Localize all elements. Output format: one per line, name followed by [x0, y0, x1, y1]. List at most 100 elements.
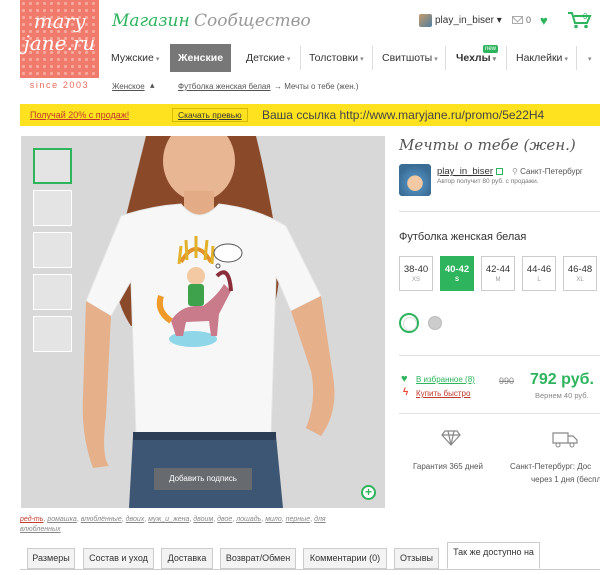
plus-icon[interactable]: +: [361, 485, 376, 500]
menu-divider: [300, 46, 301, 70]
tab-reviews[interactable]: Отзывы: [394, 548, 439, 569]
menu-divider: [445, 46, 446, 70]
promo-referral-link[interactable]: Ваша ссылка http://www.maryjane.ru/promo…: [262, 108, 544, 122]
download-preview-button[interactable]: Скачать превью: [172, 108, 248, 122]
diamond-icon: [441, 430, 461, 446]
chevron-down-icon: ▾: [286, 56, 291, 63]
delivery-text: Санкт-Петербург: Дос: [510, 462, 592, 471]
menu-item-hoodies[interactable]: Толстовки ▾: [309, 44, 364, 72]
breadcrumb-women[interactable]: Женское: [112, 82, 145, 91]
tag-link[interactable]: лошадь: [236, 516, 261, 523]
tag-link[interactable]: ромашка: [47, 516, 77, 523]
tag-link[interactable]: ред-ть: [20, 516, 43, 523]
nav-community-link[interactable]: Сообщество: [194, 11, 311, 31]
breadcrumb-current: → Мечты о тебе (жен.): [274, 82, 359, 91]
user-name-dropdown[interactable]: play_in_biser ▾: [435, 15, 502, 26]
size-option[interactable]: 38-40 XS: [399, 256, 433, 291]
divider: [399, 413, 600, 414]
nav-shop-link[interactable]: Магазин: [112, 11, 190, 31]
breadcrumb-tshirt[interactable]: Футболка женская белая: [178, 82, 271, 91]
chevron-down-icon: ▾: [492, 56, 497, 63]
size-option[interactable]: 44-46 L: [522, 256, 556, 291]
author-note: Автор получит 80 руб. с продажи.: [437, 178, 539, 185]
guarantee-text: Гарантия 365 дней: [413, 462, 483, 471]
menu-divider: [506, 46, 507, 70]
menu-divider: [576, 46, 577, 70]
tag-link[interactable]: влюблённые: [81, 516, 122, 523]
tab-sizes[interactable]: Размеры: [27, 548, 75, 569]
product-title: Мечты о тебе (жен.): [399, 136, 576, 154]
menu-item-kids[interactable]: Детские ▾: [246, 44, 290, 72]
category-menu: Мужские ▾ Женские Детские ▾ Толстовки ▾ Сви…: [106, 44, 600, 72]
cart-icon[interactable]: [567, 11, 592, 29]
size-label: XS: [411, 277, 420, 283]
tag-link[interactable]: влюбленных: [20, 526, 61, 533]
tab-composition[interactable]: Состав и уход: [83, 548, 154, 569]
size-value: 38-40: [403, 264, 429, 275]
thumbnail-image[interactable]: [33, 190, 72, 226]
tag-link[interactable]: мило: [265, 516, 282, 523]
tab-also-available[interactable]: Так же доступно на: [447, 542, 540, 569]
menu-item-sweatshirts[interactable]: Свитшоты ▾: [382, 44, 438, 72]
menu-item-more[interactable]: ▾: [586, 44, 592, 72]
menu-item-men[interactable]: Мужские ▾: [111, 44, 159, 72]
menu-label: Наклейки: [516, 52, 563, 64]
favorites-heart-icon[interactable]: ♥: [540, 13, 548, 28]
divider: [399, 211, 600, 212]
color-swatch-grey[interactable]: [428, 316, 442, 330]
size-label: L: [537, 277, 541, 283]
size-label: XL: [576, 277, 584, 283]
chevron-down-icon: ▾: [434, 56, 438, 63]
breadcrumb-arrow-icon: ▴: [150, 80, 155, 90]
chevron-down-icon: ▾: [360, 56, 364, 63]
new-badge: new: [483, 45, 499, 53]
product-photo[interactable]: [21, 136, 385, 508]
lightning-icon: ϟ: [403, 387, 409, 398]
logo[interactable]: mary jane.ru: [20, 0, 99, 78]
size-option[interactable]: 46-48 XL: [563, 256, 597, 291]
tag-link[interactable]: двоих: [126, 516, 145, 523]
thumbnail-image[interactable]: [33, 274, 72, 310]
model-illustration: [21, 136, 385, 508]
tag-link[interactable]: перные: [286, 516, 311, 523]
tag-link[interactable]: муж_и_жена: [148, 516, 189, 523]
delivery-text-line2: через 1 дня (беспл: [531, 475, 600, 484]
delivery-truck-icon: [552, 432, 578, 448]
menu-label: Женские: [178, 52, 224, 64]
tab-returns[interactable]: Возврат/Обмен: [220, 548, 296, 569]
mail-count: 0: [526, 15, 532, 25]
designer-name-link[interactable]: play_in_biser: [437, 166, 493, 177]
tag-link[interactable]: для: [314, 516, 326, 523]
heart-icon[interactable]: ♥: [401, 373, 408, 385]
menu-item-women[interactable]: Женские: [170, 44, 232, 72]
promo-get-link[interactable]: Получай 20% с продаж!: [30, 110, 129, 120]
add-caption-button[interactable]: Добавить подпись: [154, 468, 252, 490]
tag-link[interactable]: двое: [217, 516, 232, 523]
menu-label: Свитшоты: [382, 52, 433, 64]
designer-city-label: Санкт-Петербург: [520, 167, 583, 176]
size-value: 42-44: [485, 264, 511, 275]
designer-avatar[interactable]: [399, 164, 431, 196]
add-to-favorites-link[interactable]: В избранное (8): [416, 375, 475, 384]
thumbnail-image[interactable]: [33, 232, 72, 268]
buy-fast-link[interactable]: Купить быстро: [416, 389, 470, 398]
size-value: 46-48: [567, 264, 593, 275]
tab-comments[interactable]: Комментарии (0): [303, 548, 387, 569]
user-avatar[interactable]: [419, 14, 432, 27]
product-type: Футболка женская белая: [399, 231, 527, 243]
price: 792 руб.: [530, 371, 594, 388]
thumbnail-image[interactable]: [33, 148, 72, 184]
chevron-down-icon: ▾: [564, 56, 568, 63]
designer-city: ⚲ Санкт-Петербург: [512, 167, 583, 176]
tab-delivery[interactable]: Доставка: [161, 548, 213, 569]
menu-item-stickers[interactable]: Наклейки ▾: [516, 44, 568, 72]
tag-link[interactable]: двоим: [193, 516, 213, 523]
size-option[interactable]: 42-44 M: [481, 256, 515, 291]
designer-status-icon: [496, 168, 503, 175]
color-swatch-white[interactable]: [399, 313, 419, 333]
thumbnail-image[interactable]: [33, 316, 72, 352]
mail-icon[interactable]: [512, 16, 523, 24]
since-text: since 2003: [29, 80, 90, 90]
chevron-down-icon: ▾: [155, 56, 160, 63]
size-option-selected[interactable]: 40-42 S: [440, 256, 474, 291]
